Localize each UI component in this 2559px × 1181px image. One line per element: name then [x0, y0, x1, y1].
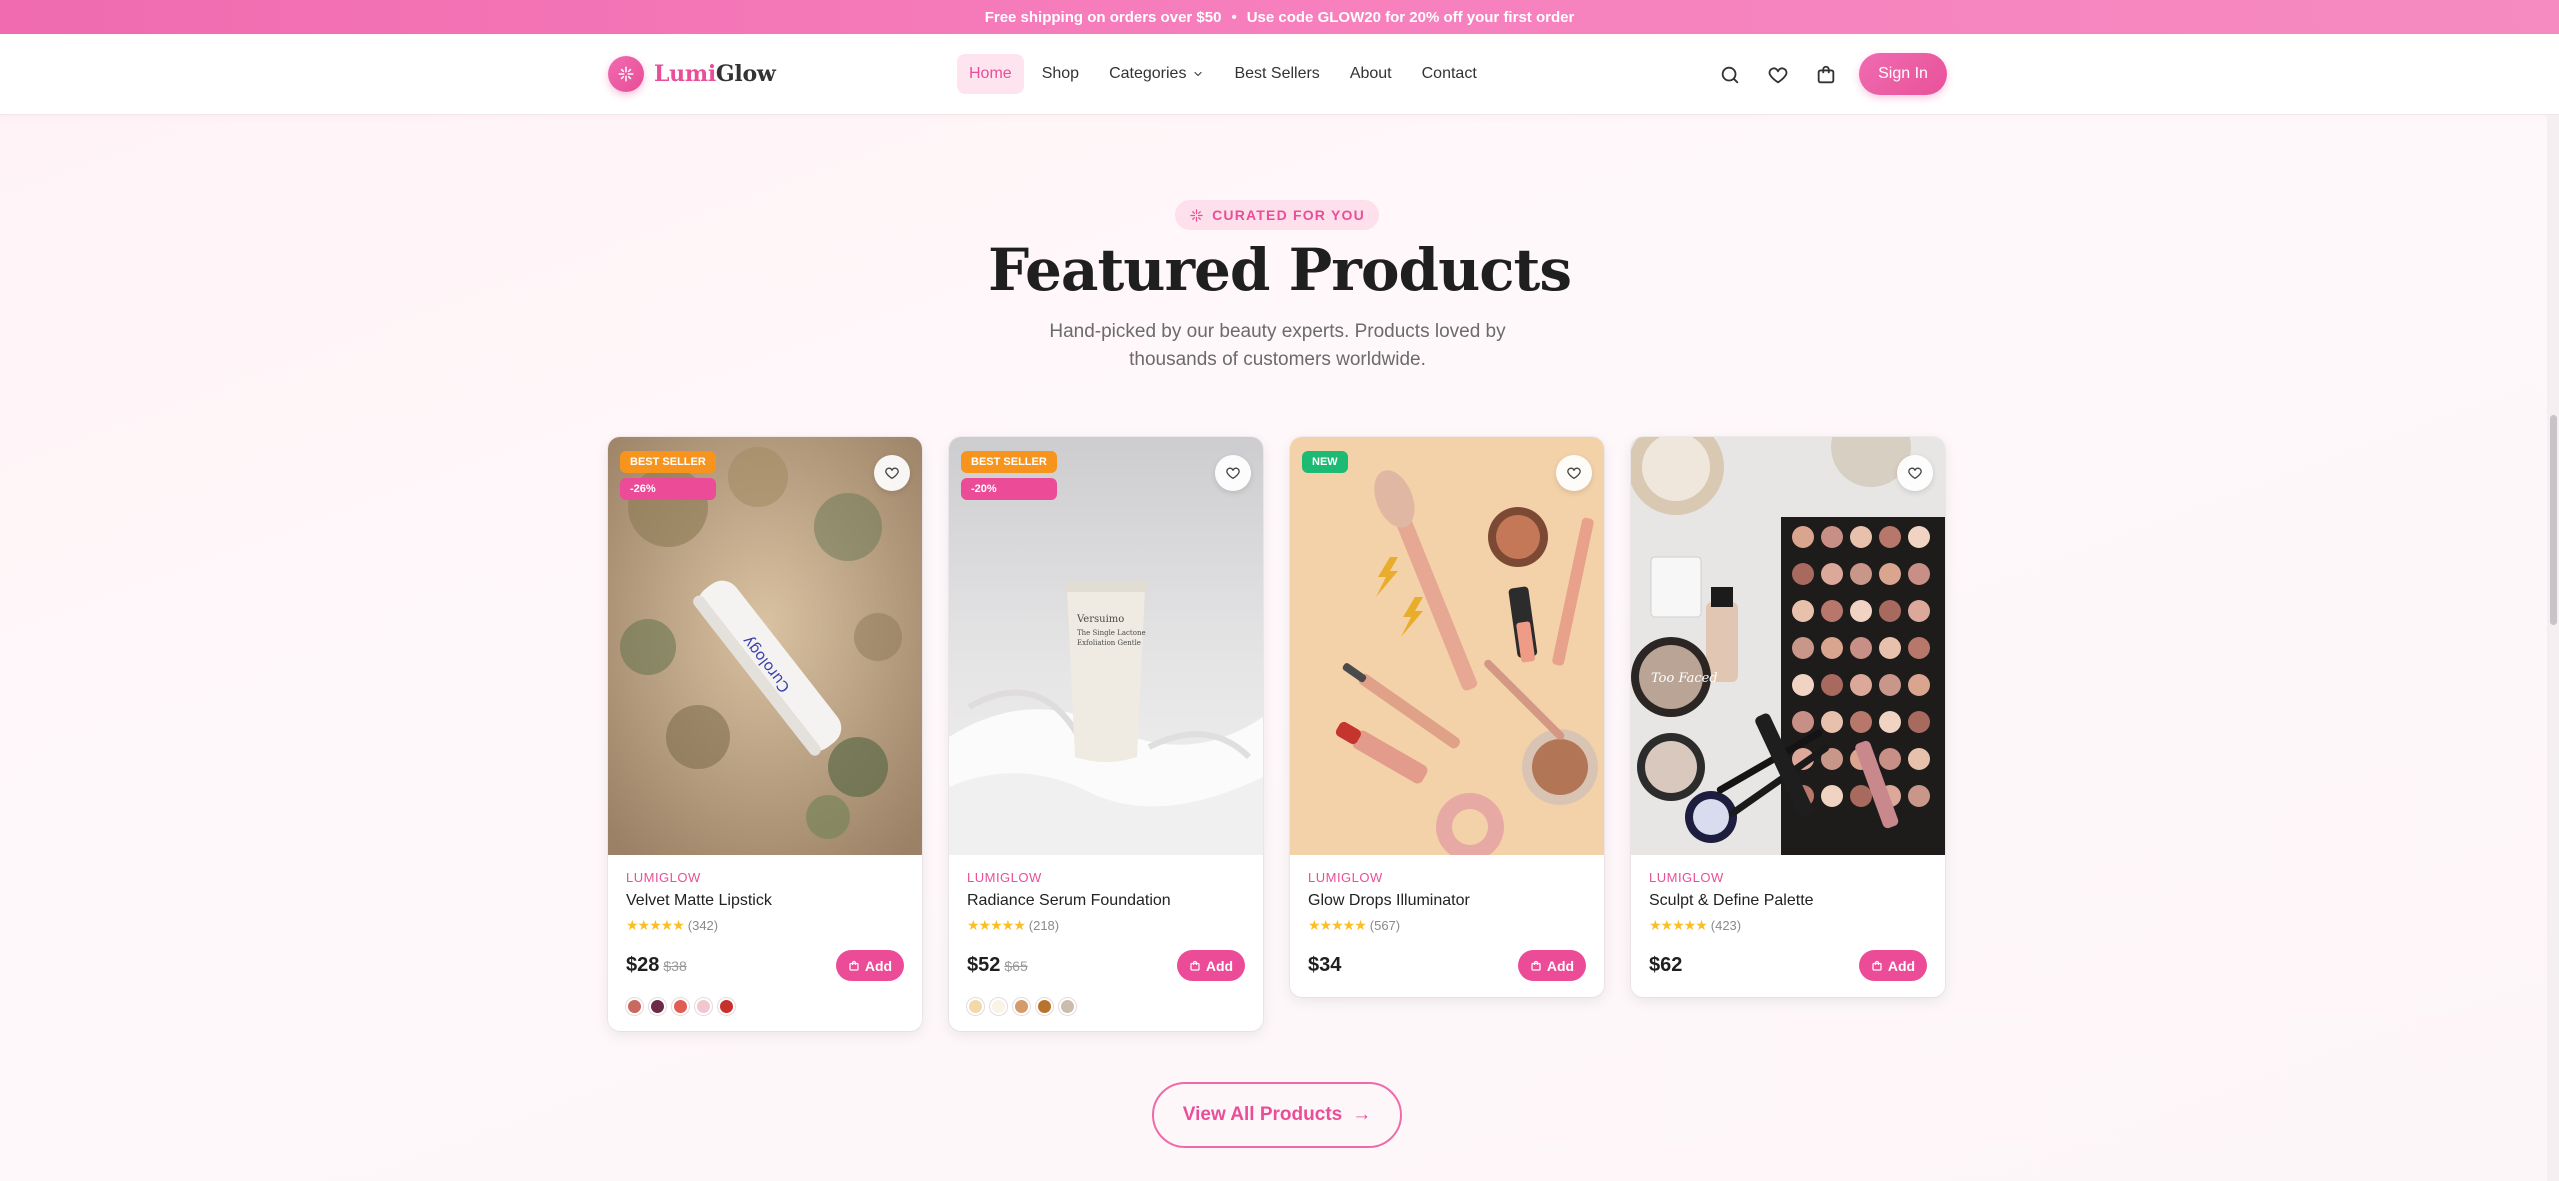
- search-icon[interactable]: [1716, 61, 1744, 89]
- product-card[interactable]: Too Faced LUMIGLOW Sculpt & Define Palet…: [1631, 437, 1945, 997]
- view-all-products-button[interactable]: View All Products →: [1152, 1082, 1402, 1148]
- logo-wordmark: LumiGlow: [654, 61, 776, 87]
- color-swatch[interactable]: [967, 998, 984, 1015]
- add-to-cart-button[interactable]: Add: [1518, 950, 1586, 981]
- best-seller-badge: BEST SELLER: [620, 451, 716, 473]
- star-rating-icon: ★★★★★: [1649, 917, 1708, 933]
- star-rating-icon: ★★★★★: [1308, 917, 1367, 933]
- sparkle-icon: [1190, 208, 1203, 222]
- color-swatch[interactable]: [718, 998, 735, 1015]
- product-card[interactable]: NEW LUMIGLOW Glow Drops Illuminator ★★★★…: [1290, 437, 1604, 997]
- product-brand: LUMIGLOW: [1308, 870, 1383, 885]
- original-price: $65: [1004, 958, 1028, 974]
- product-rating: ★★★★★ (218): [967, 917, 1245, 934]
- star-rating-icon: ★★★★★: [967, 917, 1026, 933]
- star-rating-icon: ★★★★★: [626, 917, 685, 933]
- shopping-bag-icon[interactable]: [1812, 61, 1840, 89]
- wishlist-heart-icon[interactable]: [874, 455, 910, 491]
- bag-icon: [849, 960, 859, 971]
- logo[interactable]: LumiGlow: [608, 56, 776, 92]
- promo-separator: •: [1231, 8, 1237, 26]
- bag-icon: [1872, 960, 1882, 971]
- color-swatch[interactable]: [1059, 998, 1076, 1015]
- color-swatch[interactable]: [990, 998, 1007, 1015]
- color-swatch[interactable]: [1013, 998, 1030, 1015]
- nav-home[interactable]: Home: [957, 54, 1024, 94]
- nav-shop[interactable]: Shop: [1030, 54, 1091, 94]
- wishlist-heart-icon[interactable]: [1897, 455, 1933, 491]
- color-swatches: [626, 998, 904, 1015]
- promo-shipping-text: Free shipping on orders over $50: [984, 8, 1222, 26]
- badge-stack: NEW: [1302, 451, 1348, 473]
- chevron-down-icon: [1194, 71, 1203, 77]
- heart-icon[interactable]: [1764, 61, 1792, 89]
- best-seller-badge: BEST SELLER: [961, 451, 1057, 473]
- product-brand: LUMIGLOW: [967, 870, 1042, 885]
- promo-bar: Free shipping on orders over $50 • Use c…: [0, 0, 2559, 34]
- product-price: $52 $65: [967, 954, 1028, 976]
- nav-about[interactable]: About: [1338, 54, 1404, 94]
- color-swatch[interactable]: [626, 998, 643, 1015]
- product-price: $62: [1649, 954, 1683, 976]
- nav-contact[interactable]: Contact: [1410, 54, 1489, 94]
- product-name[interactable]: Glow Drops Illuminator: [1308, 892, 1586, 910]
- color-swatch[interactable]: [1036, 998, 1053, 1015]
- rating-count: (342): [687, 918, 719, 933]
- nav-categories[interactable]: Categories: [1097, 54, 1216, 94]
- product-image[interactable]: Curology BEST SELLER -26%: [608, 437, 922, 855]
- scrollbar-thumb[interactable]: [2550, 415, 2557, 625]
- color-swatch[interactable]: [649, 998, 666, 1015]
- discount-badge: -26%: [620, 478, 716, 500]
- badge-stack: BEST SELLER -20%: [961, 451, 1057, 500]
- color-swatch[interactable]: [672, 998, 689, 1015]
- product-brand: LUMIGLOW: [626, 870, 701, 885]
- color-swatch[interactable]: [695, 998, 712, 1015]
- add-to-cart-button[interactable]: Add: [836, 950, 904, 981]
- product-brand: LUMIGLOW: [1649, 870, 1724, 885]
- product-name[interactable]: Radiance Serum Foundation: [967, 892, 1245, 910]
- product-price: $34: [1308, 954, 1342, 976]
- svg-text:Exfoliation Gentle: Exfoliation Gentle: [1077, 639, 1141, 647]
- product-name[interactable]: Velvet Matte Lipstick: [626, 892, 904, 910]
- rating-count: (423): [1710, 918, 1742, 933]
- original-price: $38: [663, 958, 687, 974]
- product-card[interactable]: Versuimo The Single Lactone Exfoliation …: [949, 437, 1263, 1031]
- bag-icon: [1190, 960, 1200, 971]
- rating-count: (218): [1028, 918, 1060, 933]
- section-subtitle: Hand-picked by our beauty experts. Produ…: [1049, 321, 1506, 370]
- promo-code-text: Use code GLOW20 for 20% off your first o…: [1246, 8, 1575, 26]
- nav-best-sellers[interactable]: Best Sellers: [1222, 54, 1331, 94]
- product-image[interactable]: Too Faced: [1631, 437, 1945, 855]
- add-to-cart-button[interactable]: Add: [1859, 950, 1927, 981]
- new-badge: NEW: [1302, 451, 1348, 473]
- product-image[interactable]: Versuimo The Single Lactone Exfoliation …: [949, 437, 1263, 855]
- add-to-cart-button[interactable]: Add: [1177, 950, 1245, 981]
- site-header: LumiGlow Home Shop Categories Best Selle…: [0, 34, 2559, 115]
- product-price: $28 $38: [626, 954, 687, 976]
- section-eyebrow: CURATED FOR YOU: [1175, 200, 1379, 230]
- sparkle-logo-icon: [608, 56, 644, 92]
- svg-text:Too Faced: Too Faced: [1651, 671, 1718, 686]
- svg-text:The Single Lactone: The Single Lactone: [1077, 629, 1146, 637]
- product-rating: ★★★★★ (423): [1649, 917, 1927, 934]
- bag-icon: [1531, 960, 1541, 971]
- rating-count: (567): [1369, 918, 1401, 933]
- promo-code: GLOW20: [1317, 8, 1381, 26]
- product-name[interactable]: Sculpt & Define Palette: [1649, 892, 1927, 910]
- product-card[interactable]: Curology BEST SELLER -26% LUMIGLOW Velve…: [608, 437, 922, 1031]
- badge-stack: BEST SELLER -26%: [620, 451, 716, 500]
- product-rating: ★★★★★ (342): [626, 917, 904, 934]
- main-nav: Home Shop Categories Best Sellers About …: [957, 54, 1489, 94]
- wishlist-heart-icon[interactable]: [1556, 455, 1592, 491]
- discount-badge: -20%: [961, 478, 1057, 500]
- product-image[interactable]: NEW: [1290, 437, 1604, 855]
- product-rating: ★★★★★ (567): [1308, 917, 1586, 934]
- color-swatches: [967, 998, 1245, 1015]
- wishlist-heart-icon[interactable]: [1215, 455, 1251, 491]
- section-title: Featured Products: [988, 236, 1572, 304]
- svg-text:Versuimo: Versuimo: [1076, 614, 1124, 625]
- arrow-right-icon: →: [1352, 1104, 1372, 1125]
- sign-in-button[interactable]: Sign In: [1859, 53, 1947, 95]
